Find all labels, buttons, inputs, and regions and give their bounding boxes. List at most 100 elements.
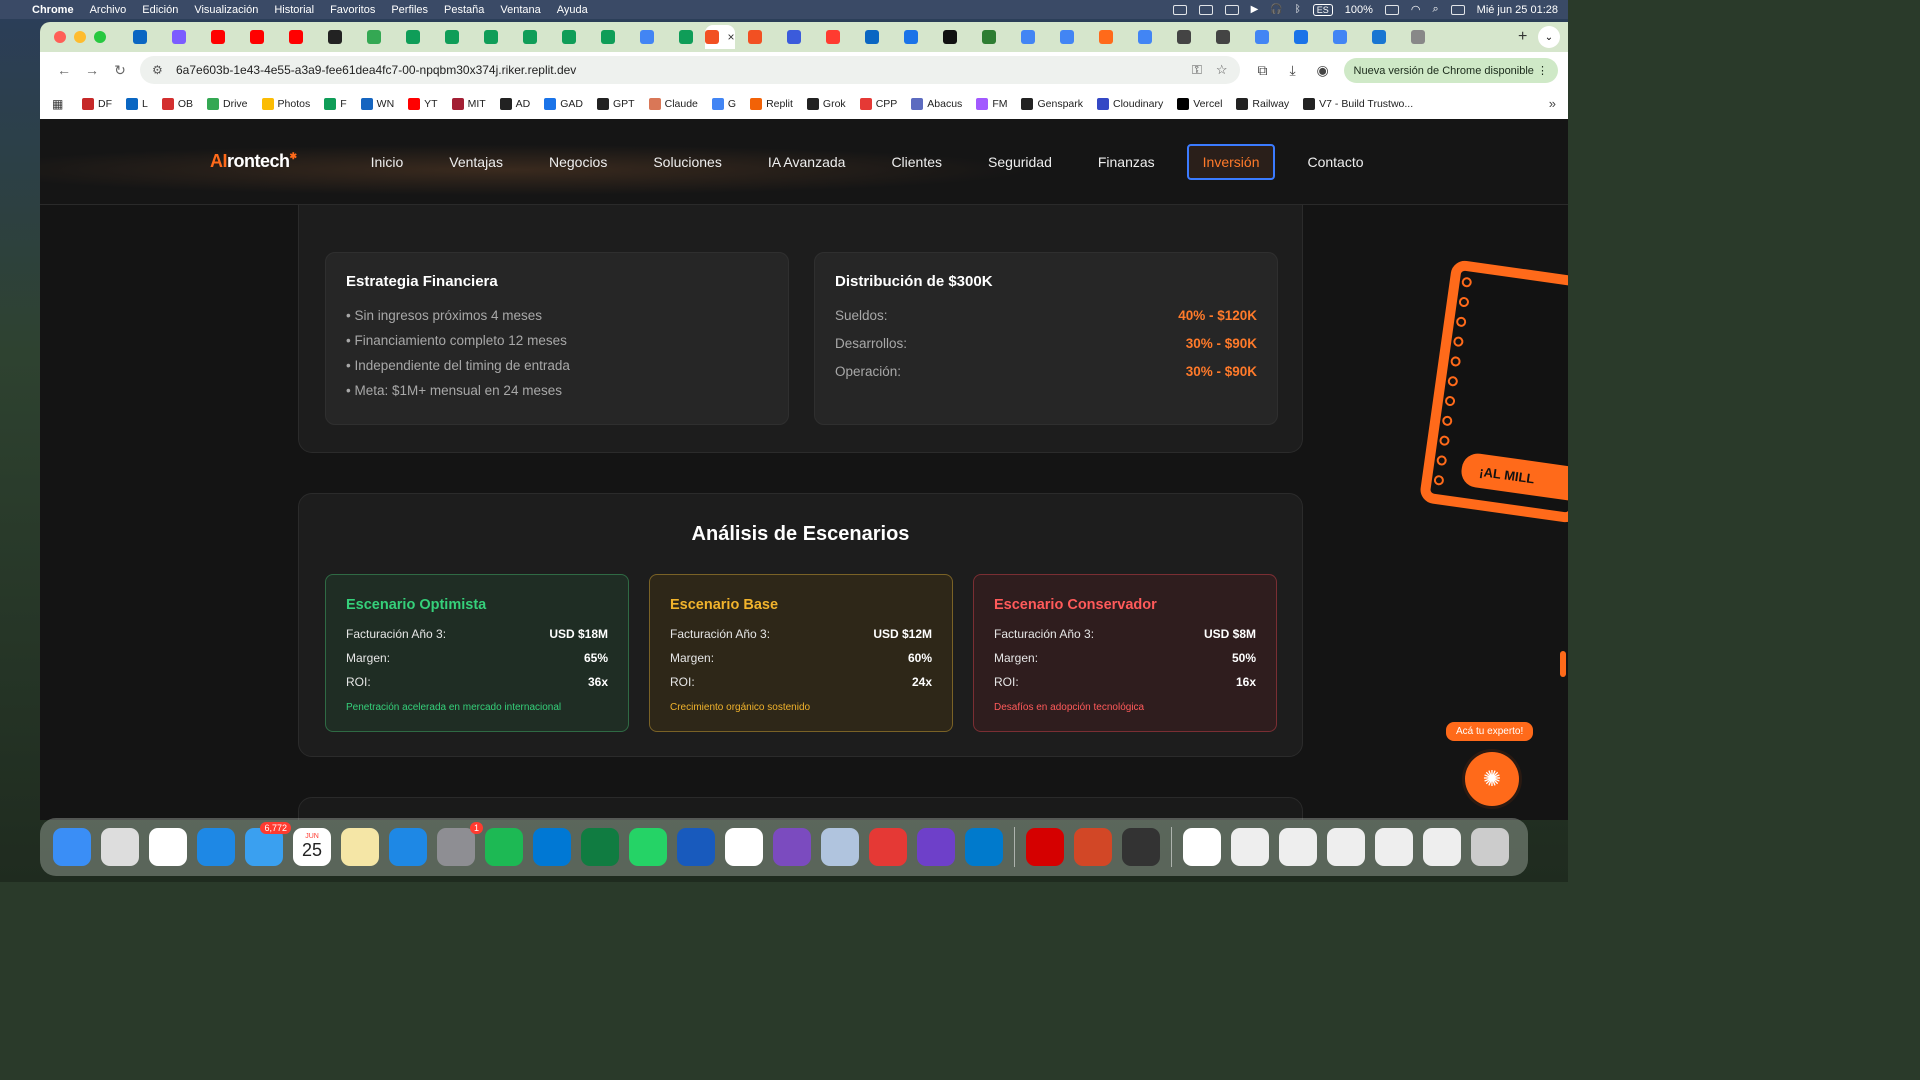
bookmark-item[interactable]: Claude: [648, 97, 698, 110]
nav-link[interactable]: Seguridad: [974, 146, 1066, 178]
menu-app-name[interactable]: Chrome: [32, 4, 74, 16]
bookmark-item[interactable]: FM: [976, 97, 1007, 110]
menu-item-archivo[interactable]: Archivo: [90, 4, 127, 16]
menu-item-perfiles[interactable]: Perfiles: [391, 4, 428, 16]
chrome-update-button[interactable]: Nueva versión de Chrome disponible ⋮: [1343, 57, 1558, 83]
bookmark-item[interactable]: AD: [499, 97, 530, 110]
search-icon[interactable]: ⌕: [1432, 3, 1438, 16]
dock-app-mail[interactable]: 6,772: [245, 822, 291, 866]
reload-icon[interactable]: ↻: [106, 62, 134, 79]
bookmark-item[interactable]: Drive: [207, 97, 248, 110]
site-settings-icon[interactable]: ⚙: [152, 63, 168, 77]
dock-app-trash[interactable]: [1471, 828, 1509, 866]
menu-item-favoritos[interactable]: Favoritos: [330, 4, 375, 16]
bookmark-star-icon[interactable]: ☆: [1216, 62, 1228, 78]
browser-tab[interactable]: [1164, 25, 1203, 49]
zoom-window-button[interactable]: [94, 31, 106, 43]
bookmark-item[interactable]: Replit: [750, 97, 793, 110]
browser-tab[interactable]: ×: [705, 25, 735, 49]
dock-app-excel[interactable]: [581, 828, 619, 866]
dock-app-notes[interactable]: [341, 828, 379, 866]
wifi-icon[interactable]: ◠: [1411, 3, 1421, 16]
dock-app-doc3[interactable]: [1327, 828, 1365, 866]
tab-search-chevron-icon[interactable]: ⌄: [1538, 26, 1560, 48]
browser-tab[interactable]: [315, 25, 354, 49]
nav-link[interactable]: Negocios: [535, 146, 621, 178]
dock-app-outlook[interactable]: [533, 828, 571, 866]
browser-tab[interactable]: [1398, 25, 1437, 49]
dock-app-bhp[interactable]: [1183, 828, 1221, 866]
password-key-icon[interactable]: ⚿: [1192, 62, 1202, 78]
dock-app-doc4[interactable]: [1375, 828, 1413, 866]
play-icon[interactable]: ▶: [1251, 4, 1259, 15]
browser-tab[interactable]: [237, 25, 276, 49]
control-center-icon[interactable]: [1450, 4, 1465, 15]
bookmark-item[interactable]: G: [711, 97, 736, 110]
address-bar[interactable]: ⚙ 6a7e603b-1e43-4e55-a3a9-fee61dea4fc7-0…: [140, 56, 1240, 84]
browser-tab[interactable]: [354, 25, 393, 49]
browser-tab[interactable]: [1320, 25, 1359, 49]
headphones-icon[interactable]: 🎧: [1270, 4, 1282, 15]
expert-chat-button[interactable]: ✺: [1465, 752, 1519, 806]
bookmark-item[interactable]: Cloudinary: [1097, 97, 1163, 110]
nav-link[interactable]: Ventajas: [435, 146, 517, 178]
bluetooth-icon[interactable]: ᛒ: [1295, 4, 1301, 15]
bookmark-item[interactable]: CPP: [859, 97, 897, 110]
dock-app-word[interactable]: [677, 828, 715, 866]
bookmark-item[interactable]: MIT: [451, 97, 486, 110]
nav-link[interactable]: Soluciones: [639, 146, 736, 178]
bookmark-item[interactable]: GAD: [544, 97, 583, 110]
side-scroll-tab[interactable]: [1560, 651, 1566, 677]
browser-tab[interactable]: [1281, 25, 1320, 49]
dock-app-finder[interactable]: [53, 828, 91, 866]
bookmark-item[interactable]: Vercel: [1177, 97, 1222, 110]
browser-tab[interactable]: [735, 25, 774, 49]
close-window-button[interactable]: [54, 31, 66, 43]
browser-tab[interactable]: [1086, 25, 1125, 49]
battery-icon[interactable]: [1384, 4, 1399, 15]
bookmark-item[interactable]: V7 - Build Trustwo...: [1303, 97, 1413, 110]
bookmark-item[interactable]: Genspark: [1021, 97, 1083, 110]
display-icon[interactable]: [1198, 4, 1213, 15]
dock-app-launchpad[interactable]: [101, 828, 139, 866]
browser-tab[interactable]: [276, 25, 315, 49]
close-tab-icon[interactable]: ×: [727, 30, 734, 44]
browser-tab[interactable]: [774, 25, 813, 49]
browser-tab[interactable]: [891, 25, 930, 49]
browser-tab[interactable]: [432, 25, 471, 49]
dock-app-preview[interactable]: [821, 828, 859, 866]
bookmark-item[interactable]: WN: [360, 97, 394, 110]
dock-app-whatsapp[interactable]: [629, 828, 667, 866]
dock-app-github[interactable]: [917, 828, 955, 866]
dock-app-vscode[interactable]: [965, 828, 1003, 866]
bookmark-item[interactable]: GPT: [597, 97, 635, 110]
profile-avatar[interactable]: ◉: [1308, 62, 1338, 79]
screen-mirror-icon[interactable]: [1172, 4, 1187, 15]
browser-tab[interactable]: [930, 25, 969, 49]
extensions-icon[interactable]: ⧉: [1248, 62, 1278, 79]
browser-tab[interactable]: [198, 25, 237, 49]
bookmark-item[interactable]: Railway: [1236, 97, 1289, 110]
download-icon[interactable]: ⤓: [1278, 62, 1308, 79]
url-text[interactable]: 6a7e603b-1e43-4e55-a3a9-fee61dea4fc7-00-…: [176, 63, 1178, 77]
browser-tab[interactable]: [852, 25, 891, 49]
dock-app-calendar[interactable]: JUN 25: [293, 828, 331, 866]
browser-tab[interactable]: [627, 25, 666, 49]
dock-app-keynote[interactable]: [389, 828, 427, 866]
promo-phone-card[interactable]: ¡AL MILL: [1418, 259, 1568, 524]
browser-tab[interactable]: [393, 25, 432, 49]
bookmark-item[interactable]: YT: [408, 97, 438, 110]
bookmark-item[interactable]: OB: [161, 97, 193, 110]
bookmark-item[interactable]: F: [324, 97, 347, 110]
browser-tab[interactable]: [1203, 25, 1242, 49]
back-arrow-icon[interactable]: ←: [50, 62, 78, 78]
nav-link[interactable]: Inversión: [1186, 143, 1276, 180]
browser-tab[interactable]: [588, 25, 627, 49]
dock-app-doc5[interactable]: [1423, 828, 1461, 866]
browser-tab[interactable]: [1359, 25, 1398, 49]
forward-arrow-icon[interactable]: →: [78, 62, 106, 78]
dock-app-dashlane[interactable]: [869, 828, 907, 866]
bookmarks-overflow-icon[interactable]: »: [1549, 96, 1556, 111]
browser-tab[interactable]: [1125, 25, 1164, 49]
nav-link[interactable]: Inicio: [357, 146, 418, 178]
